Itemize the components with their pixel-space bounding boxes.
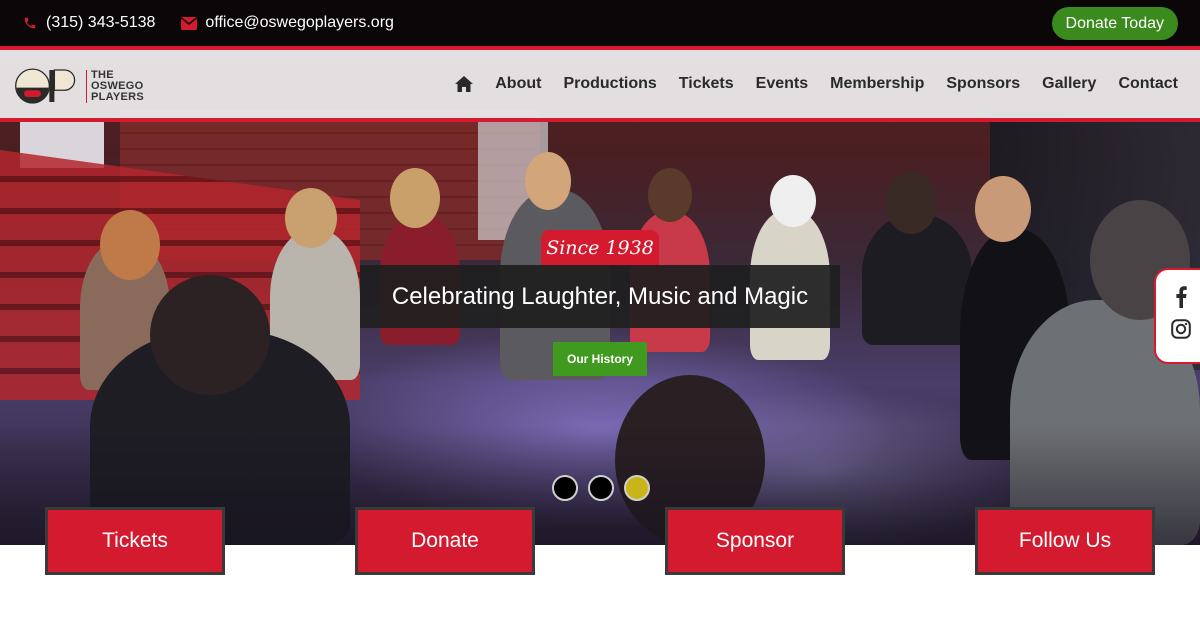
since-badge: Since 1938 xyxy=(541,230,659,266)
phone-link[interactable]: (315) 343-5138 xyxy=(22,14,155,32)
logo-monogram xyxy=(15,68,76,104)
top-contact-bar: (315) 343-5138 office@oswegoplayers.org … xyxy=(0,0,1200,46)
logo-line-3: PLAYERS xyxy=(90,90,144,103)
envelope-icon xyxy=(181,15,198,31)
facebook-icon[interactable] xyxy=(1170,286,1192,308)
phone-icon xyxy=(22,15,38,31)
nav-gallery[interactable]: Gallery xyxy=(1042,75,1096,93)
person-head xyxy=(100,210,160,280)
main-navbar: THE OSWEGO PLAYERS About Productions Tic… xyxy=(0,46,1200,122)
cta-donate[interactable]: Donate xyxy=(355,507,535,575)
person xyxy=(862,215,972,345)
cta-follow-us[interactable]: Follow Us xyxy=(975,507,1155,575)
oswego-players-logo[interactable]: THE OSWEGO PLAYERS xyxy=(14,63,144,109)
person-head xyxy=(390,168,440,228)
email-address: office@oswegoplayers.org xyxy=(205,14,394,31)
our-history-button[interactable]: Our History xyxy=(553,342,647,376)
person-head xyxy=(885,172,937,234)
donate-today-button[interactable]: Donate Today xyxy=(1051,7,1178,40)
nav-membership[interactable]: Membership xyxy=(830,75,924,93)
slider-dots xyxy=(552,475,660,501)
hero-headline: Celebrating Laughter, Music and Magic xyxy=(360,265,840,328)
email-link[interactable]: office@oswegoplayers.org xyxy=(181,14,394,32)
nav-tickets[interactable]: Tickets xyxy=(679,75,734,93)
slider-dot-2[interactable] xyxy=(588,475,614,501)
person-head xyxy=(285,188,337,248)
person-head xyxy=(975,176,1031,242)
instagram-icon[interactable] xyxy=(1170,318,1192,340)
primary-nav: About Productions Tickets Events Members… xyxy=(455,50,1178,118)
logo-line-2: OSWEGO xyxy=(90,79,144,92)
cta-sponsor[interactable]: Sponsor xyxy=(665,507,845,575)
person-head xyxy=(525,152,571,210)
cta-tickets[interactable]: Tickets xyxy=(45,507,225,575)
logo-wordmark: THE OSWEGO PLAYERS xyxy=(85,68,144,103)
person-head xyxy=(648,168,692,222)
nav-about[interactable]: About xyxy=(495,75,541,93)
logo-line-1: THE xyxy=(90,68,114,81)
nav-contact[interactable]: Contact xyxy=(1118,75,1178,93)
social-sidebar xyxy=(1154,268,1200,364)
slider-dot-1[interactable] xyxy=(552,475,578,501)
slider-dot-3[interactable] xyxy=(624,475,650,501)
nav-productions[interactable]: Productions xyxy=(563,75,656,93)
person-head xyxy=(150,275,270,395)
person-head xyxy=(770,175,816,227)
nav-events[interactable]: Events xyxy=(756,75,808,93)
nav-sponsors[interactable]: Sponsors xyxy=(946,75,1020,93)
phone-number: (315) 343-5138 xyxy=(46,14,156,31)
home-icon[interactable] xyxy=(455,75,474,93)
